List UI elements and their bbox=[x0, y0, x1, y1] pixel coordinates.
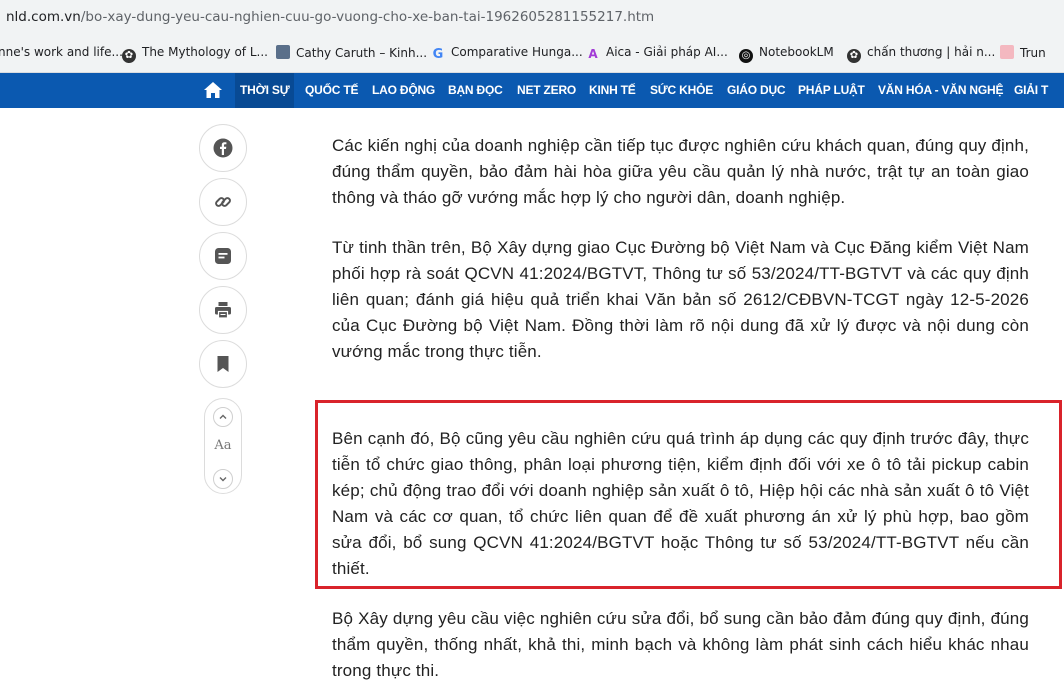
nav-item-ban-doc[interactable]: BẠN ĐỌC bbox=[448, 73, 503, 108]
print-icon bbox=[215, 302, 231, 319]
nav-item-thoi-su[interactable]: THỜI SỰ bbox=[235, 73, 295, 108]
bookmark-item[interactable]: ✿ chấn thương | hải n... bbox=[847, 45, 995, 63]
bookmark-item[interactable]: Trun bbox=[1000, 45, 1046, 60]
chevron-up-icon bbox=[219, 414, 227, 419]
bookmark-item[interactable]: A Aica - Giải pháp AI... bbox=[586, 45, 727, 61]
font-increase-button[interactable] bbox=[213, 407, 233, 427]
bookmark-icon bbox=[217, 356, 229, 372]
bookmark-item[interactable]: nne's work and life... bbox=[0, 45, 123, 59]
nav-item-giao-duc[interactable]: GIÁO DỤC bbox=[727, 73, 786, 108]
image-icon bbox=[276, 45, 290, 59]
notebooklm-icon: ◎ bbox=[739, 49, 753, 63]
nav-item-giai-tri[interactable]: GIẢI T bbox=[1014, 73, 1048, 108]
link-icon bbox=[215, 197, 231, 207]
gear-icon: ✿ bbox=[122, 49, 136, 63]
aica-icon: A bbox=[588, 47, 598, 61]
gear-icon: ✿ bbox=[847, 49, 861, 63]
article-paragraph: Bộ Xây dựng yêu cầu việc nghiên cứu sửa … bbox=[332, 609, 1029, 680]
bookmark-item[interactable]: G Comparative Hunga... bbox=[431, 45, 583, 62]
main-nav: THỜI SỰ QUỐC TẾ LAO ĐỘNG BẠN ĐỌC NET ZER… bbox=[0, 73, 1064, 108]
url-text[interactable]: nld.com.vn/bo-xay-dung-yeu-cau-nghien-cu… bbox=[6, 9, 654, 25]
nav-item-van-hoa[interactable]: VĂN HÓA - VĂN NGHỆ bbox=[878, 73, 1003, 108]
nav-item-suc-khoe[interactable]: SỨC KHỎE bbox=[650, 73, 713, 108]
bookmark-button[interactable] bbox=[199, 340, 247, 388]
print-button[interactable] bbox=[199, 286, 247, 334]
article-paragraph: Các kiến nghị của doanh nghiệp cần tiếp … bbox=[332, 136, 1029, 207]
font-size-label: Aa bbox=[214, 438, 232, 453]
chevron-down-icon bbox=[219, 477, 227, 482]
nav-item-quoc-te[interactable]: QUỐC TẾ bbox=[305, 73, 358, 108]
facebook-icon bbox=[213, 138, 233, 158]
home-icon[interactable] bbox=[204, 82, 222, 98]
bookmarks-bar: nne's work and life... ✿ The Mythology of… bbox=[0, 36, 1064, 73]
bookmark-item[interactable]: Cathy Caruth – Kinh... bbox=[276, 45, 427, 60]
comment-icon bbox=[215, 248, 231, 264]
font-decrease-button[interactable] bbox=[213, 469, 233, 489]
highlight-box bbox=[315, 400, 1062, 589]
nav-item-lao-dong[interactable]: LAO ĐỘNG bbox=[372, 73, 435, 108]
bookmark-item[interactable]: ◎ NotebookLM bbox=[739, 45, 834, 63]
nav-item-net-zero[interactable]: NET ZERO bbox=[517, 73, 576, 108]
font-size-control: Aa bbox=[204, 398, 242, 494]
bookmark-icon bbox=[1000, 45, 1014, 59]
bookmark-item[interactable]: ✿ The Mythology of L... bbox=[122, 45, 268, 63]
copy-link-button[interactable] bbox=[199, 178, 247, 226]
address-bar[interactable]: nld.com.vn/bo-xay-dung-yeu-cau-nghien-cu… bbox=[0, 0, 1064, 36]
facebook-share-button[interactable] bbox=[199, 124, 247, 172]
article-paragraph: Từ tinh thần trên, Bộ Xây dựng giao Cục … bbox=[332, 238, 1029, 361]
google-icon: G bbox=[432, 47, 444, 62]
nav-item-kinh-te[interactable]: KINH TẾ bbox=[589, 73, 636, 108]
nav-item-phap-luat[interactable]: PHÁP LUẬT bbox=[798, 73, 865, 108]
comment-button[interactable] bbox=[199, 232, 247, 280]
